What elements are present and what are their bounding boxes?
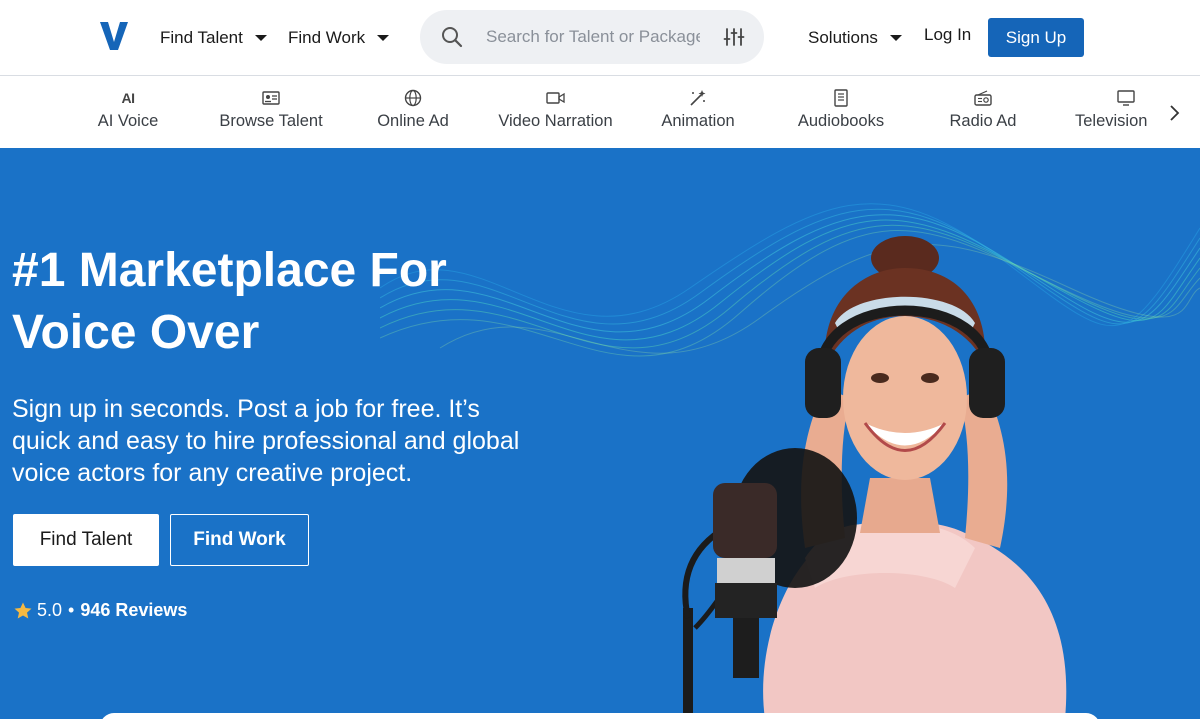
login-link[interactable]: Log In (924, 25, 971, 45)
category-label: Audiobooks (797, 112, 885, 130)
category-browse-talent[interactable]: Browse Talent (211, 77, 331, 148)
chevron-down-icon (377, 35, 390, 41)
category-label: Online Ad (377, 112, 449, 130)
search-bar (420, 10, 764, 64)
solutions-label: Solutions (808, 28, 878, 47)
category-label: Browse Talent (219, 112, 323, 130)
chevron-down-icon (889, 35, 902, 41)
category-bar: AI AI Voice Browse Talent Online Ad Vide… (0, 77, 1200, 148)
globe-icon (403, 89, 423, 107)
find-work-label: Find Work (288, 28, 366, 47)
signup-button[interactable]: Sign Up (988, 18, 1084, 57)
category-radio-ad[interactable]: Radio Ad (943, 77, 1023, 148)
search-input[interactable] (486, 22, 700, 52)
ai-icon: AI (121, 90, 136, 106)
top-header: Find Talent Find Work Solutions Log In S… (0, 0, 1200, 76)
chevron-right-icon[interactable] (1160, 99, 1188, 127)
category-online-ad[interactable]: Online Ad (368, 77, 458, 148)
search-icon[interactable] (440, 25, 464, 49)
bottom-card-edge (100, 713, 1100, 719)
category-label: Animation (661, 112, 735, 130)
find-work-button[interactable]: Find Work (170, 514, 309, 566)
hero-title: #1 Marketplace For Voice Over (12, 240, 572, 364)
voice-actor-image (682, 236, 1067, 719)
find-talent-menu[interactable]: Find Talent (160, 25, 267, 51)
star-icon (14, 602, 32, 618)
find-talent-label: Find Talent (160, 28, 243, 47)
chevron-down-icon (254, 35, 267, 41)
rating-summary: 5.0 • 946 Reviews (13, 600, 187, 621)
hero-title-line2: Voice Over (12, 306, 260, 359)
radio-icon (973, 89, 993, 107)
category-ai-voice[interactable]: AI AI Voice (88, 77, 168, 148)
rating-value: 5.0 (37, 600, 63, 620)
rating-separator: • (68, 600, 75, 620)
reviews-link[interactable]: 946 Reviews (80, 600, 187, 621)
id-card-icon (261, 89, 281, 107)
category-video-narration[interactable]: Video Narration (493, 77, 618, 148)
hero-subtitle: Sign up in seconds. Post a job for free.… (12, 395, 520, 487)
category-label: Television (1075, 112, 1148, 130)
category-label: Video Narration (498, 112, 613, 130)
find-talent-button[interactable]: Find Talent (13, 514, 159, 566)
book-icon (831, 89, 851, 107)
tv-icon (1116, 89, 1136, 107)
category-animation[interactable]: Animation (653, 77, 743, 148)
category-label: Radio Ad (949, 112, 1017, 130)
hero-title-line1: #1 Marketplace For (12, 244, 447, 297)
hero-section: #1 Marketplace For Voice Over Sign up in… (0, 148, 1200, 719)
category-audiobooks[interactable]: Audiobooks (790, 77, 892, 148)
logo-icon[interactable] (99, 18, 129, 54)
magic-wand-icon (688, 89, 708, 107)
solutions-menu[interactable]: Solutions (808, 25, 902, 51)
video-camera-icon (545, 89, 566, 107)
find-work-menu[interactable]: Find Work (288, 25, 390, 51)
filter-sliders-icon[interactable] (723, 26, 745, 48)
category-label: AI Voice (97, 112, 159, 130)
